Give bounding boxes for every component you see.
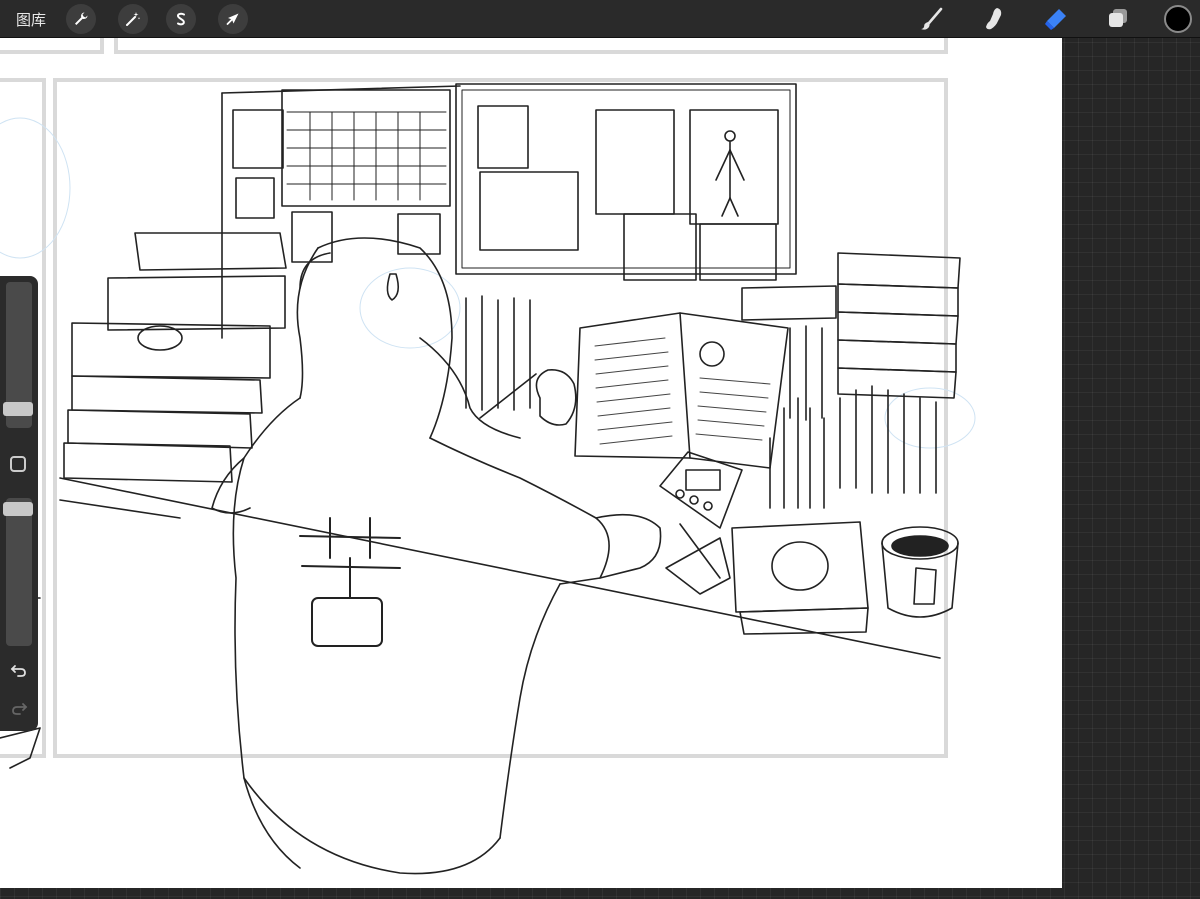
open-book xyxy=(574,312,691,459)
drawing-canvas[interactable] xyxy=(0,38,1062,888)
modify-button[interactable] xyxy=(10,456,26,472)
panel-border-main xyxy=(53,78,948,758)
person-hair xyxy=(296,247,319,399)
smudge-tool[interactable] xyxy=(980,5,1008,33)
sidebar-sliders xyxy=(0,276,38,731)
layers-button[interactable] xyxy=(1104,5,1132,33)
layers-icon xyxy=(1109,9,1127,27)
selection-button[interactable] xyxy=(166,4,196,34)
book-stack-left xyxy=(134,232,287,271)
panel-border-top xyxy=(114,38,948,54)
top-toolbar: 图库 xyxy=(0,0,1200,38)
adjustments-button[interactable] xyxy=(118,4,148,34)
magic-wand-icon xyxy=(126,12,140,26)
brush-size-thumb[interactable] xyxy=(3,402,33,416)
eraser-icon xyxy=(1045,9,1066,30)
brush-icon xyxy=(921,7,943,30)
actions-button[interactable] xyxy=(66,4,96,34)
transform-button[interactable] xyxy=(218,4,248,34)
wrench-icon xyxy=(75,12,88,25)
sketch-artwork xyxy=(0,38,976,875)
opacity-thumb[interactable] xyxy=(3,502,33,516)
sticky-note xyxy=(477,105,529,169)
gallery-button[interactable]: 图库 xyxy=(16,9,46,30)
arrow-cursor-icon xyxy=(226,13,239,25)
smudge-icon xyxy=(986,8,1002,30)
eraser-tool[interactable] xyxy=(1042,5,1070,33)
shirt-kanji xyxy=(299,517,401,647)
color-picker-swatch[interactable] xyxy=(1164,5,1192,33)
redo-icon[interactable] xyxy=(9,698,29,718)
opacity-slider[interactable] xyxy=(6,498,32,646)
notebook xyxy=(731,521,869,613)
selection-s-icon xyxy=(176,12,185,26)
book-stack-right xyxy=(837,252,961,289)
cork-board xyxy=(455,83,797,275)
brush-tool[interactable] xyxy=(918,5,946,33)
panel-border-top-left xyxy=(0,38,104,54)
procreate-app: 图库 xyxy=(0,0,1200,899)
undo-icon[interactable] xyxy=(9,660,29,680)
